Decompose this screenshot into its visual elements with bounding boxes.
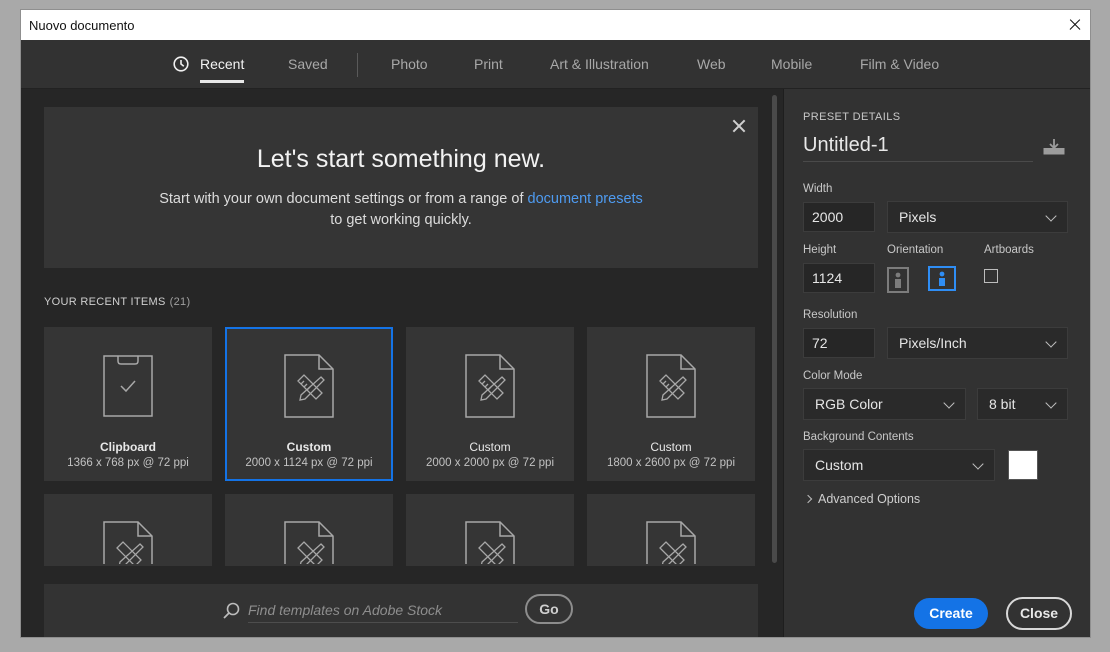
document-ruler-pencil-icon (465, 521, 515, 564)
recent-item-name: Clipboard (100, 440, 156, 454)
recent-item-desc: 1800 x 2600 px @ 72 ppi (606, 457, 736, 469)
recent-item-card[interactable]: Custom 1800 x 2600 px @ 72 ppi (587, 327, 755, 481)
clock-icon (173, 56, 189, 72)
document-ruler-pencil-icon (284, 354, 334, 418)
color-mode-dropdown[interactable]: RGB Color (803, 388, 966, 420)
banner-text-start: Start with your own document settings or… (159, 191, 528, 207)
color-mode-value: RGB Color (815, 396, 883, 412)
recent-item-desc: 2000 x 2000 px @ 72 ppi (425, 457, 555, 469)
resolution-unit-dropdown[interactable]: Pixels/Inch (887, 327, 1068, 359)
tab-mobile[interactable]: Mobile (771, 56, 812, 84)
width-label: Width (803, 183, 833, 195)
recent-items-title: YOUR RECENT ITEMS (44, 296, 166, 308)
advanced-options-label: Advanced Options (818, 492, 921, 506)
recent-item-card[interactable] (406, 494, 574, 566)
go-button[interactable]: Go (525, 594, 573, 624)
close-button[interactable]: Close (1006, 597, 1072, 630)
recent-item-card[interactable] (44, 494, 212, 566)
recent-item-desc: 1366 x 768 px @ 72 ppi (67, 457, 189, 469)
document-ruler-pencil-icon (284, 521, 334, 564)
welcome-banner: Let's start something new. Start with yo… (44, 107, 758, 268)
bit-depth-value: 8 bit (989, 396, 1016, 412)
chevron-right-icon (803, 494, 813, 504)
tab-photo[interactable]: Photo (391, 56, 428, 84)
title-bar: Nuovo documento (21, 10, 1090, 40)
document-ruler-pencil-icon (646, 521, 696, 564)
resolution-input[interactable]: 72 (803, 328, 875, 358)
document-name-field[interactable]: Untitled-1 (803, 134, 1033, 162)
tab-label: Recent (200, 56, 245, 72)
height-input[interactable]: 1124 (803, 263, 875, 293)
window-title: Nuovo documento (29, 18, 135, 33)
active-tab-indicator (200, 80, 245, 83)
tab-recent[interactable]: Recent (200, 56, 245, 84)
width-input[interactable]: 2000 (803, 202, 875, 232)
artboards-label: Artboards (984, 244, 1034, 256)
tab-art-illustration[interactable]: Art & Illustration (550, 56, 649, 84)
banner-text-end: to get working quickly. (330, 212, 472, 228)
chevron-down-icon (943, 397, 955, 409)
recent-item-card-selected[interactable]: Custom 2000 x 1124 px @ 72 ppi (225, 327, 393, 481)
create-button[interactable]: Create (914, 598, 988, 629)
new-document-dialog: Nuovo documento Recent Saved Photo Print… (20, 9, 1091, 638)
chevron-down-icon (1045, 336, 1057, 348)
advanced-options-toggle[interactable]: Advanced Options (803, 492, 921, 506)
document-ruler-pencil-icon (465, 354, 515, 418)
recent-item-desc: 2000 x 1124 px @ 72 ppi (245, 457, 373, 469)
chevron-down-icon (972, 458, 984, 470)
tab-film-video[interactable]: Film & Video (860, 56, 939, 84)
orientation-label: Orientation (887, 244, 944, 256)
resolution-unit-value: Pixels/Inch (899, 335, 967, 351)
color-mode-label: Color Mode (803, 370, 863, 382)
background-contents-label: Background Contents (803, 431, 914, 443)
background-contents-dropdown[interactable]: Custom (803, 449, 995, 481)
landscape-orientation-icon[interactable] (928, 266, 956, 291)
recent-item-name: Custom (469, 440, 511, 454)
banner-heading: Let's start something new. (256, 145, 546, 173)
recent-items-header: YOUR RECENT ITEMS (21) (44, 296, 190, 308)
banner-text: Start with your own document settings or… (44, 189, 758, 231)
tab-divider (357, 53, 358, 77)
recent-items-count: (21) (169, 296, 191, 308)
preset-details-panel: PRESET DETAILS Untitled-1 Width 2000 Pix… (783, 89, 1090, 637)
portrait-orientation-icon[interactable] (887, 267, 909, 293)
document-ruler-pencil-icon (103, 521, 153, 564)
recent-item-card[interactable]: Custom 2000 x 2000 px @ 72 ppi (406, 327, 574, 481)
scrollbar[interactable] (772, 95, 777, 563)
recent-item-card[interactable] (587, 494, 755, 566)
recent-item-name: Custom (650, 440, 692, 454)
category-tabs: Recent Saved Photo Print Art & Illustrat… (21, 40, 1090, 89)
resolution-label: Resolution (803, 309, 858, 321)
background-color-swatch[interactable] (1008, 450, 1038, 480)
stock-search-bar: Go (44, 584, 758, 637)
tab-saved[interactable]: Saved (288, 56, 328, 84)
recent-item-name: Custom (286, 440, 332, 454)
stock-search-input[interactable] (248, 598, 518, 623)
document-presets-link[interactable]: document presets (528, 191, 643, 207)
banner-close-icon[interactable] (730, 117, 748, 135)
width-unit-dropdown[interactable]: Pixels (887, 201, 1068, 233)
background-contents-value: Custom (815, 457, 864, 473)
presets-panel: Let's start something new. Start with yo… (21, 89, 783, 637)
bit-depth-dropdown[interactable]: 8 bit (977, 388, 1068, 420)
width-unit-value: Pixels (899, 209, 937, 225)
chevron-down-icon (1045, 397, 1057, 409)
recent-item-card[interactable]: Clipboard 1366 x 768 px @ 72 ppi (44, 327, 212, 481)
preset-details-title: PRESET DETAILS (803, 111, 901, 123)
height-label: Height (803, 244, 837, 256)
document-ruler-pencil-icon (646, 354, 696, 418)
tab-web[interactable]: Web (697, 56, 726, 84)
window-close-icon[interactable] (1060, 10, 1090, 40)
search-icon (223, 602, 240, 619)
clipboard-icon (103, 355, 153, 417)
save-preset-icon[interactable] (1042, 137, 1066, 157)
recent-item-card[interactable] (225, 494, 393, 566)
artboards-checkbox[interactable] (984, 269, 998, 283)
tab-print[interactable]: Print (474, 56, 503, 84)
chevron-down-icon (1045, 210, 1057, 222)
